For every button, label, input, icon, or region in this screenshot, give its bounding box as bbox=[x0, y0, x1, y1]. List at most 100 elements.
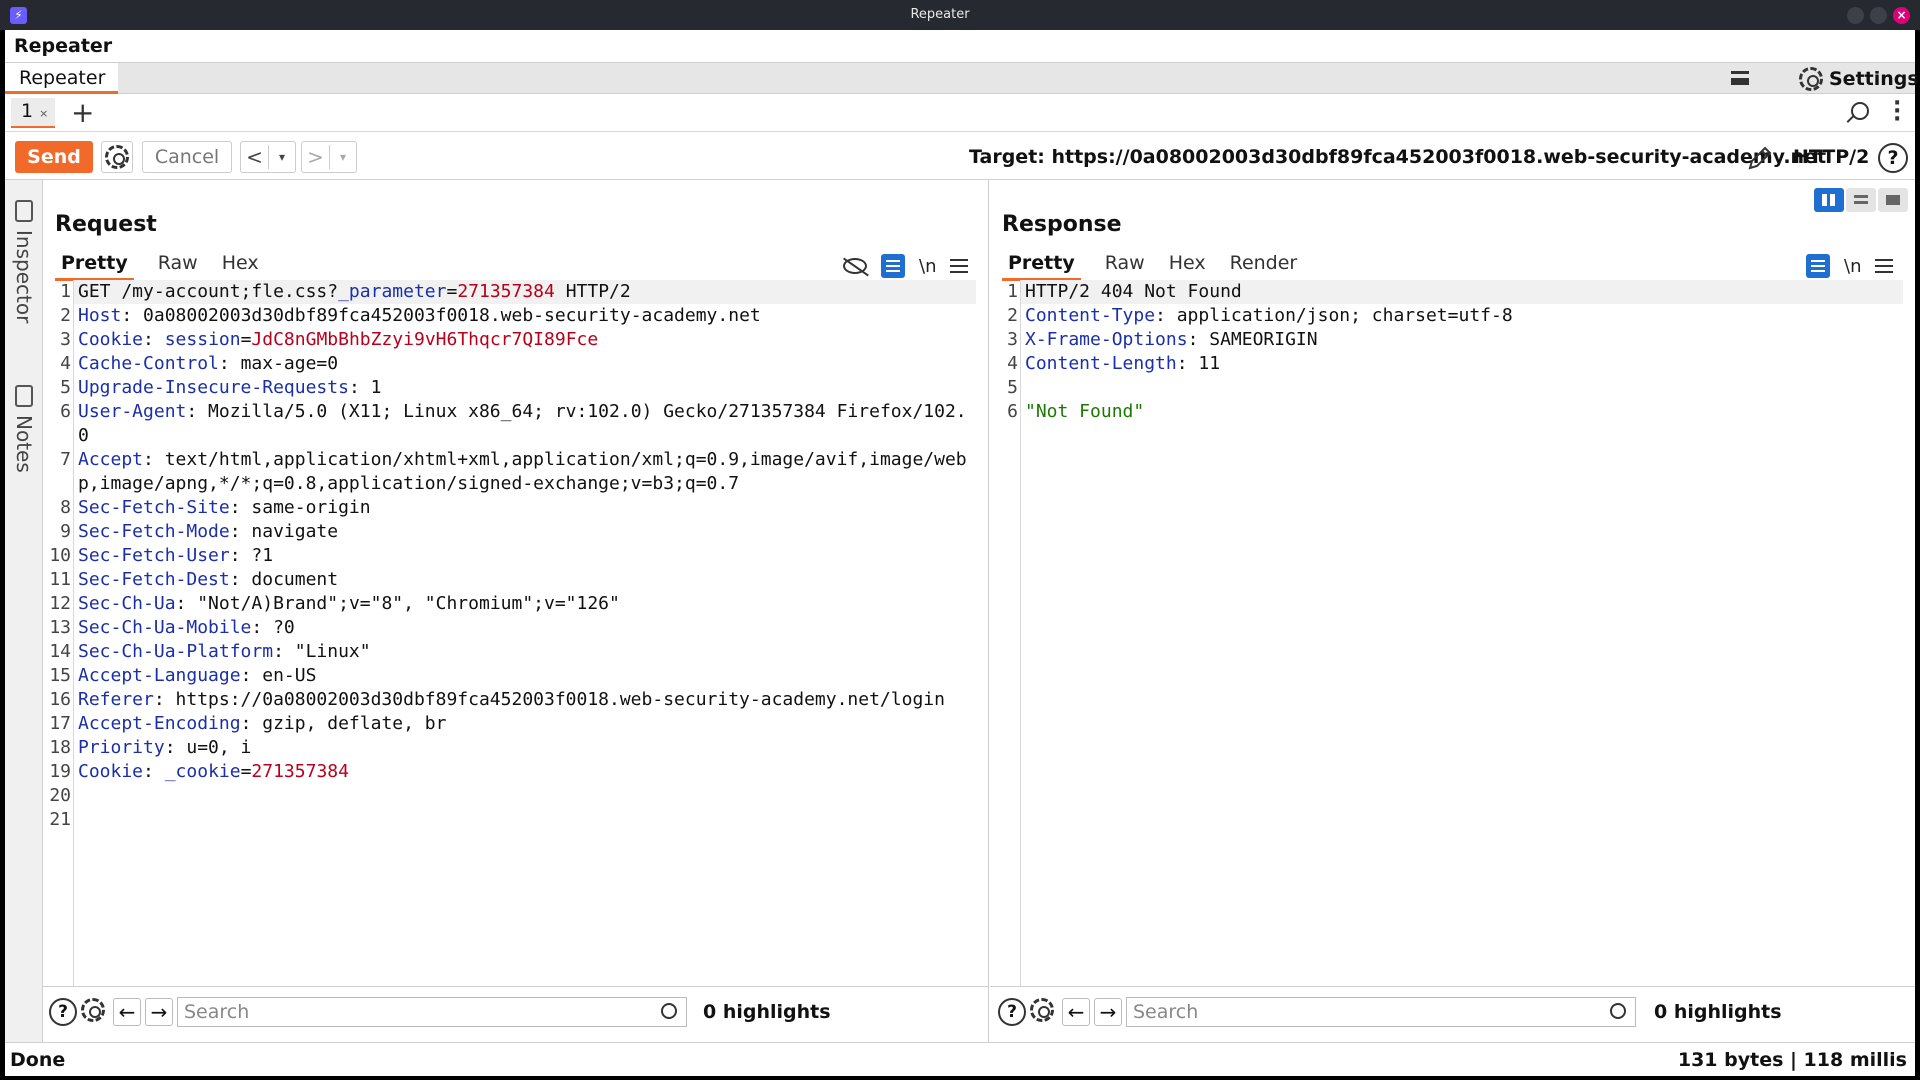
split-horizontal-icon[interactable] bbox=[1814, 188, 1844, 212]
search-settings-button[interactable] bbox=[1030, 998, 1058, 1026]
chevron-down-icon[interactable]: ▾ bbox=[269, 150, 295, 164]
protocol-label[interactable]: HTTP/2 bbox=[1793, 146, 1869, 168]
response-lines[interactable]: 1 HTTP/2 404 Not Found 2 Content-Type: appl… bbox=[1007, 280, 1903, 424]
arrow-right-icon[interactable]: → bbox=[1094, 998, 1122, 1026]
code-segment: : 0a08002003d30dbf89fca452003f0018.web-s… bbox=[121, 305, 761, 326]
eye-off-icon[interactable] bbox=[843, 258, 867, 274]
show-newlines-toggle[interactable]: \n bbox=[1844, 256, 1861, 277]
code-text: Referer: https://0a08002003d30dbf89fca45… bbox=[74, 688, 945, 712]
code-line[interactable]: 4 Cache-Control: max-age=0 bbox=[60, 352, 976, 376]
code-line[interactable]: 12 Sec-Ch-Ua: "Not/A)Brand";v="8", "Chrom… bbox=[49, 592, 976, 616]
maximize-button[interactable] bbox=[1870, 7, 1887, 24]
code-line[interactable]: 5 Upgrade-Insecure-Requests: 1 bbox=[60, 376, 976, 400]
layout-icon[interactable] bbox=[1731, 71, 1749, 85]
code-line[interactable]: 8 Sec-Fetch-Site: same-origin bbox=[60, 496, 976, 520]
tab-raw[interactable]: Raw bbox=[158, 250, 198, 281]
code-line[interactable]: 7 Accept: text/html,application/xhtml+xml… bbox=[60, 448, 976, 496]
code-text: ​ bbox=[74, 784, 78, 808]
code-line[interactable]: 6 "Not Found" bbox=[1007, 400, 1903, 424]
code-line[interactable]: 3 X-Frame-Options: SAMEORIGIN bbox=[1007, 328, 1903, 352]
more-options-icon[interactable]: · · · bbox=[1893, 93, 1901, 131]
header-name: Content-Type bbox=[1025, 305, 1156, 326]
arrow-right-icon[interactable]: → bbox=[145, 998, 173, 1026]
tab-hex[interactable]: Hex bbox=[222, 250, 259, 281]
window-titlebar: ⚡ Repeater × bbox=[0, 0, 1920, 30]
search-icon[interactable] bbox=[1851, 102, 1869, 120]
response-search-input[interactable] bbox=[1126, 997, 1636, 1027]
add-tab-button[interactable]: + bbox=[71, 96, 94, 129]
request-editor[interactable]: 1 GET /my-account;fle.css?_parameter=2713… bbox=[43, 280, 988, 986]
line-number: 6 bbox=[1007, 401, 1018, 422]
code-line[interactable]: 13 Sec-Ch-Ua-Mobile: ?0 bbox=[49, 616, 976, 640]
close-window-button[interactable]: × bbox=[1893, 7, 1910, 24]
code-line[interactable]: 9 Sec-Fetch-Mode: navigate bbox=[60, 520, 976, 544]
help-icon[interactable]: ? bbox=[998, 998, 1026, 1026]
code-line[interactable]: 21​ bbox=[49, 808, 976, 832]
tab-repeater[interactable]: Repeater bbox=[5, 63, 118, 94]
code-line[interactable]: 20​ bbox=[49, 784, 976, 808]
menu-icon[interactable] bbox=[1875, 259, 1894, 273]
sidebar-item-inspector[interactable]: Inspector bbox=[5, 200, 43, 323]
send-options-button[interactable] bbox=[101, 141, 133, 173]
code-line[interactable]: 11 Sec-Fetch-Dest: document bbox=[49, 568, 976, 592]
close-tab-icon[interactable]: × bbox=[39, 107, 48, 120]
show-newlines-toggle[interactable]: \n bbox=[919, 256, 936, 277]
code-text: ​ bbox=[74, 808, 78, 832]
tab-hex[interactable]: Hex bbox=[1169, 250, 1206, 281]
help-icon[interactable]: ? bbox=[49, 998, 77, 1026]
code-segment: : https://0a08002003d30dbf89fca452003f00… bbox=[153, 689, 945, 710]
header-name: session bbox=[164, 329, 241, 350]
code-line[interactable]: 19 Cookie: _cookie=271357384 bbox=[49, 760, 976, 784]
header-name: Sec-Fetch-Dest bbox=[78, 569, 230, 590]
header-name: Accept-Encoding bbox=[78, 713, 241, 734]
code-line[interactable]: 1 HTTP/2 404 Not Found bbox=[1007, 280, 1903, 304]
code-line[interactable]: 16 Referer: https://0a08002003d30dbf89fca… bbox=[49, 688, 976, 712]
code-line[interactable]: 14 Sec-Ch-Ua-Platform: "Linux" bbox=[49, 640, 976, 664]
settings-button[interactable]: Settings bbox=[1799, 67, 1919, 91]
menu-icon[interactable] bbox=[950, 259, 969, 273]
tab-render[interactable]: Render bbox=[1230, 250, 1298, 281]
code-line[interactable]: 2 Host: 0a08002003d30dbf89fca452003f0018.… bbox=[60, 304, 976, 328]
search-settings-button[interactable] bbox=[81, 998, 109, 1026]
chevron-right-icon[interactable]: > bbox=[302, 145, 330, 169]
header-name: Priority bbox=[78, 737, 165, 758]
pencil-icon[interactable] bbox=[1746, 144, 1774, 172]
code-text: X-Frame-Options: SAMEORIGIN bbox=[1021, 328, 1318, 352]
chevron-down-icon[interactable]: ▾ bbox=[330, 150, 356, 164]
word-wrap-icon[interactable] bbox=[1806, 254, 1830, 278]
code-line[interactable]: 18 Priority: u=0, i bbox=[49, 736, 976, 760]
code-line[interactable]: 15 Accept-Language: en-US bbox=[49, 664, 976, 688]
history-back-button[interactable]: < ▾ bbox=[240, 141, 296, 173]
code-text: ​ bbox=[1021, 376, 1025, 400]
word-wrap-icon[interactable] bbox=[881, 254, 905, 278]
response-editor[interactable]: 1 HTTP/2 404 Not Found 2 Content-Type: appl… bbox=[990, 280, 1915, 986]
arrow-left-icon[interactable]: ← bbox=[113, 998, 141, 1026]
minimize-button[interactable] bbox=[1847, 7, 1864, 24]
history-forward-button[interactable]: > ▾ bbox=[301, 141, 357, 173]
code-line[interactable]: 5​ bbox=[1007, 376, 1903, 400]
send-button[interactable]: Send bbox=[15, 141, 93, 173]
code-line[interactable]: 6 User-Agent: Mozilla/5.0 (X11; Linux x86… bbox=[60, 400, 976, 448]
arrow-left-icon[interactable]: ← bbox=[1062, 998, 1090, 1026]
request-tab-1[interactable]: 1 × bbox=[11, 98, 55, 128]
tab-pretty[interactable]: Pretty bbox=[1002, 250, 1081, 281]
tabs-layout-icon[interactable] bbox=[1878, 188, 1908, 212]
cancel-button[interactable]: Cancel bbox=[142, 141, 232, 173]
code-line[interactable]: 3 Cookie: session=JdC8nGMbBhbZzyi9vH6Thqc… bbox=[60, 328, 976, 352]
split-vertical-icon[interactable] bbox=[1846, 188, 1876, 212]
code-line[interactable]: 2 Content-Type: application/json; charset… bbox=[1007, 304, 1903, 328]
code-line[interactable]: 1 GET /my-account;fle.css?_parameter=2713… bbox=[60, 280, 976, 304]
code-line[interactable]: 17 Accept-Encoding: gzip, deflate, br bbox=[49, 712, 976, 736]
request-search-input[interactable] bbox=[177, 997, 687, 1027]
request-lines[interactable]: 1 GET /my-account;fle.css?_parameter=2713… bbox=[49, 280, 976, 832]
tab-raw[interactable]: Raw bbox=[1105, 250, 1145, 281]
request-highlights-count: 0 highlights bbox=[703, 1001, 831, 1023]
sidebar-item-notes[interactable]: Notes bbox=[5, 385, 43, 473]
code-line[interactable]: 10 Sec-Fetch-User: ?1 bbox=[49, 544, 976, 568]
chevron-left-icon[interactable]: < bbox=[241, 145, 269, 169]
code-line[interactable]: 4 Content-Length: 11 bbox=[1007, 352, 1903, 376]
help-icon[interactable]: ? bbox=[1878, 143, 1908, 173]
line-number: 5 bbox=[1007, 377, 1018, 398]
tab-pretty[interactable]: Pretty bbox=[55, 250, 134, 281]
header-name: Sec-Fetch-User bbox=[78, 545, 230, 566]
